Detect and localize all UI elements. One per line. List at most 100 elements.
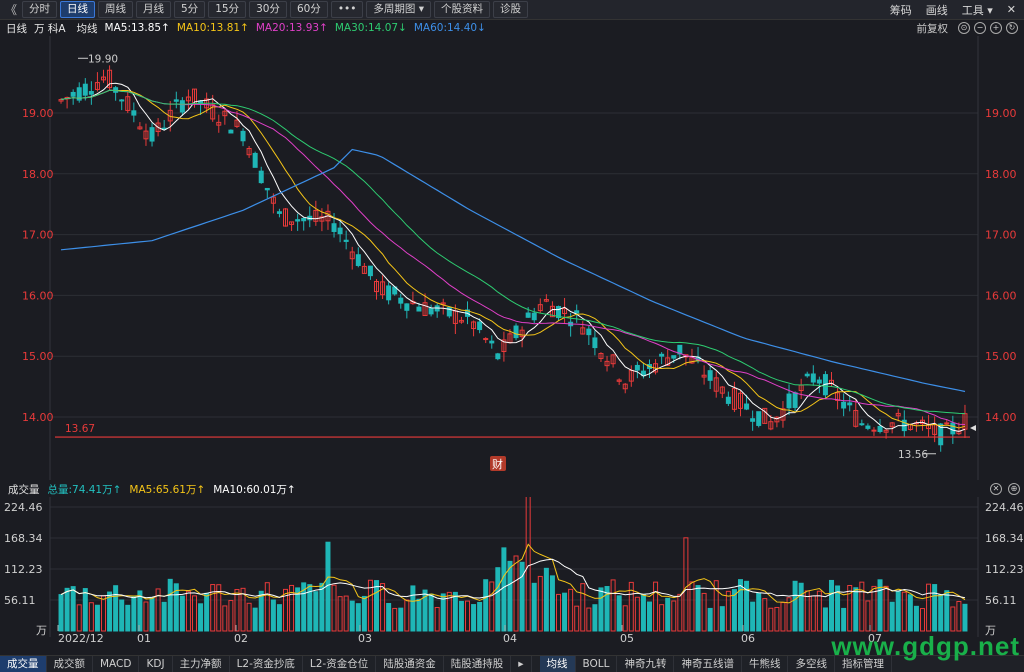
volume-bar — [889, 601, 895, 632]
indicator-tab-7[interactable]: 陆股通资金 — [376, 656, 444, 672]
indicator-tab-2[interactable]: MACD — [93, 656, 140, 672]
volume-bar — [76, 604, 82, 632]
volume-bar — [270, 599, 276, 632]
price-tick-left: 17.00 — [22, 229, 54, 242]
indicator-tab-1[interactable]: 成交额 — [47, 656, 93, 672]
indicator-tab-10[interactable]: 均线 — [539, 656, 576, 672]
tab-6[interactable]: 30分 — [249, 1, 287, 18]
tab-5[interactable]: 15分 — [208, 1, 247, 18]
volume-bar — [374, 580, 379, 632]
volume-bar — [944, 590, 950, 632]
volume-bar — [701, 592, 707, 632]
volume-bar — [204, 592, 210, 632]
add-indicator-icon[interactable]: ⊕ — [1008, 483, 1020, 495]
volume-bar — [610, 579, 616, 632]
volume-bar — [956, 601, 962, 632]
indicator-tab-14[interactable]: 牛熊线 — [742, 656, 789, 672]
volume-bar — [568, 588, 574, 632]
candle-body — [810, 373, 816, 383]
adjust-mode-button[interactable]: 前复权 — [917, 21, 949, 36]
tab-8[interactable]: ••• — [330, 1, 364, 18]
period-toolbar: 《 分时 日线 周线 月线 5分 15分 30分 60分 ••• 多周期图 ▾ 个股资料 诊股 筹码 … — [0, 0, 1024, 20]
candle-body — [816, 379, 822, 384]
low-label: 13.56 — [898, 449, 928, 461]
volume-bar — [58, 594, 64, 632]
tab-0[interactable]: 分时 — [22, 1, 57, 18]
candle-body — [240, 130, 246, 142]
volume-bar — [125, 604, 131, 632]
indicator-tab-9[interactable]: ▸ — [511, 656, 532, 672]
indicator-tab-8[interactable]: 陆股通持股 — [444, 656, 512, 672]
volume-bar — [543, 567, 549, 632]
candle-body — [707, 370, 713, 381]
tab-3[interactable]: 月线 — [136, 1, 171, 18]
candle-body — [489, 340, 495, 344]
indicator-tab-12[interactable]: 神奇九转 — [617, 656, 675, 672]
tools-menu[interactable]: 工具 ▾ — [962, 2, 993, 18]
candle-body — [756, 411, 762, 426]
volume-bar — [349, 600, 355, 632]
tab-7[interactable]: 60分 — [289, 1, 328, 18]
indicator-tab-11[interactable]: BOLL — [576, 656, 618, 672]
volume-bar — [895, 590, 901, 632]
x-axis-label: 04 — [503, 632, 517, 645]
volume-bar — [452, 591, 458, 632]
volume-bar — [659, 604, 665, 632]
close-icon[interactable]: ✕ — [1007, 3, 1016, 16]
volume-bar — [531, 582, 537, 632]
zoom-in-icon[interactable]: + — [990, 22, 1002, 34]
tab-9[interactable]: 多周期图 ▾ — [366, 1, 432, 18]
price-tick-left: 18.00 — [22, 168, 54, 181]
volume-bar — [398, 607, 404, 632]
volume-bar — [185, 590, 191, 632]
tab-10[interactable]: 个股资料 — [434, 1, 491, 18]
volume-bar — [252, 607, 258, 632]
close-volume-icon[interactable]: ✕ — [990, 483, 1002, 495]
ma60-value: MA60:14.40↓ — [413, 22, 486, 34]
volume-controls: ✕ ⊕ — [990, 483, 1020, 495]
line-type-label[interactable]: 均线 — [77, 21, 98, 36]
refresh-icon[interactable]: ↻ — [1006, 22, 1018, 34]
volume-bar — [822, 607, 828, 632]
indicator-tab-4[interactable]: 主力净额 — [173, 656, 230, 672]
indicator-tab-6[interactable]: L2-资金仓位 — [303, 656, 377, 672]
indicator-tab-0[interactable]: 成交量 — [0, 656, 47, 672]
volume-bar — [319, 582, 325, 632]
indicator-tab-3[interactable]: KDJ — [139, 656, 173, 672]
chips-button[interactable]: 筹码 — [890, 2, 912, 18]
candle-body — [859, 423, 865, 426]
tab-1[interactable]: 日线 — [60, 1, 95, 18]
support-label: 13.67 — [65, 423, 95, 435]
candle-body — [586, 328, 592, 336]
tab-11[interactable]: 诊股 — [493, 1, 529, 18]
volume-bar — [871, 585, 877, 632]
candle-body — [70, 91, 76, 97]
tab-2[interactable]: 周线 — [98, 1, 133, 18]
x-axis-label: 05 — [620, 632, 634, 645]
volume-tick-left: 56.11 — [4, 594, 36, 607]
tab-4[interactable]: 5分 — [174, 1, 206, 18]
volume-tick-right: 56.11 — [985, 594, 1017, 607]
indicator-tab-13[interactable]: 神奇五线谱 — [674, 656, 742, 672]
candlestick-chart[interactable]: 19.00 19.00 18.00 18.00 17.00 17.00 16.00 16.00… — [0, 36, 1024, 480]
volume-bar — [179, 595, 185, 632]
draw-line-button[interactable]: 画线 — [926, 2, 948, 18]
volume-bar — [750, 601, 756, 632]
candle-body — [847, 402, 853, 406]
indicator-tab-15[interactable]: 多空线 — [788, 656, 835, 672]
candle-body — [744, 403, 750, 410]
volume-bar — [962, 603, 968, 632]
candle-body — [495, 353, 501, 360]
back-icon[interactable]: 《 — [0, 1, 22, 18]
indicator-tab-5[interactable]: L2-资金抄底 — [230, 656, 303, 672]
zoom-out-icon[interactable]: − — [974, 22, 986, 34]
candle-body — [295, 219, 301, 222]
volume-bar — [774, 606, 780, 632]
settings-icon[interactable]: ⊙ — [958, 22, 970, 34]
x-axis-label: 2022/12 — [58, 632, 104, 645]
candle-body — [944, 422, 950, 425]
toolbar-right: 筹码 画线 工具 ▾ ✕ — [876, 0, 1024, 19]
volume-bar — [276, 604, 282, 632]
ma60-line — [60, 148, 966, 393]
volume-bar — [361, 595, 367, 632]
